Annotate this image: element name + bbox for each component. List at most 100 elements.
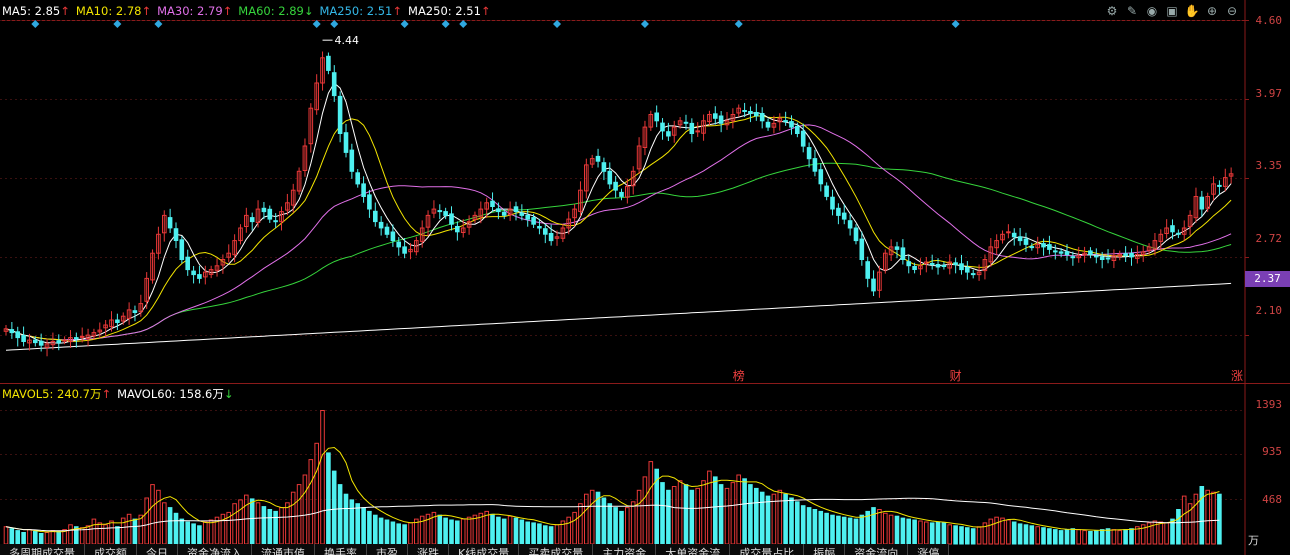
volume-bar	[85, 525, 91, 545]
volume-bar	[109, 520, 114, 545]
tab-3[interactable]: 资金净流入	[178, 544, 252, 555]
tab-7[interactable]: 涨跌	[408, 544, 449, 555]
tab-4[interactable]: 流通市值	[252, 544, 315, 555]
tab-8[interactable]: K线成交量	[449, 544, 520, 555]
candle-body	[531, 217, 536, 225]
tab-6[interactable]: 市盈	[367, 544, 408, 555]
current-price-badge: 2.37	[1245, 271, 1290, 287]
signal-diamond	[400, 20, 409, 28]
candle-body	[455, 226, 460, 233]
volume-bar	[584, 493, 589, 545]
volume-bar	[384, 519, 390, 545]
volume-bar	[1217, 493, 1222, 545]
volume-bar	[1088, 531, 1093, 545]
tab-11[interactable]: 大单资金流	[656, 544, 731, 555]
candle-body	[15, 331, 20, 339]
volume-bar	[44, 532, 50, 545]
volume-bar	[748, 484, 753, 545]
signal-diamond	[734, 20, 743, 28]
volume-bar	[959, 526, 964, 545]
volume-bar	[396, 523, 401, 545]
tab-5[interactable]: 换手率	[315, 544, 367, 555]
volume-bar	[765, 495, 771, 545]
volume-bar	[203, 521, 208, 545]
volume-bar	[1111, 529, 1117, 545]
volume-bar	[941, 522, 947, 545]
candle-body	[1170, 225, 1175, 233]
volume-bar	[320, 410, 325, 545]
volume-bar	[759, 491, 765, 545]
tab-9[interactable]: 买卖成交量	[519, 544, 594, 555]
volume-bar	[1105, 528, 1111, 545]
volume-bar	[883, 512, 888, 545]
signal-diamond	[154, 20, 163, 28]
volume-bar	[179, 518, 185, 545]
volume-bar	[935, 521, 941, 545]
tab-14[interactable]: 资金流向	[845, 544, 909, 555]
volume-bar	[408, 522, 413, 545]
candle-body	[912, 266, 917, 270]
candle-body	[906, 261, 912, 267]
ma5-line	[5, 82, 1232, 344]
volume-tick-1: 935	[1262, 445, 1282, 458]
candle-body	[789, 121, 794, 128]
volume-bar	[15, 530, 20, 545]
volume-bar	[337, 484, 343, 545]
legend_bottom-arrow: ↓	[223, 387, 234, 401]
volume-bar	[929, 522, 935, 545]
volume-tick-0: 1393	[1255, 398, 1283, 411]
candle-body	[935, 264, 941, 268]
volume-bar	[636, 489, 642, 545]
candle-body	[490, 200, 495, 207]
volume-bar	[589, 489, 595, 545]
tab-13[interactable]: 振幅	[804, 544, 846, 555]
volume-bar	[132, 518, 138, 545]
candle-body	[759, 113, 765, 122]
ma10-line	[5, 115, 1232, 342]
volume-bar	[970, 528, 976, 545]
tab-15[interactable]: 涨停	[908, 544, 950, 555]
volume-bar	[947, 524, 953, 545]
candle-body	[783, 120, 788, 123]
candle-body	[800, 130, 806, 147]
volume-bar	[27, 529, 32, 545]
volume-bar	[331, 470, 337, 545]
tab-2[interactable]: 今日	[137, 544, 178, 555]
volume-bar	[1199, 486, 1205, 545]
candle-body	[74, 337, 79, 340]
ma30-line	[5, 124, 1232, 341]
volume-bar	[630, 501, 636, 545]
volume-bar	[953, 525, 958, 545]
candle-body	[853, 227, 859, 242]
max-price-label: 4.44	[335, 34, 360, 47]
volume-bar	[9, 528, 15, 545]
event-marker: 榜	[733, 368, 745, 383]
candle-body	[894, 246, 900, 250]
mavol5-line	[5, 446, 1220, 533]
legend_bottom-item: MAVOL5: 240.7万	[2, 387, 102, 401]
volume-bar	[918, 520, 923, 545]
volume-bar	[666, 489, 671, 545]
volume-bar	[3, 526, 9, 545]
chart-canvas[interactable]: 4.44 榜 财 涨	[0, 0, 1290, 555]
volume-bar	[1000, 517, 1005, 545]
tab-10[interactable]: 主力资金	[593, 544, 657, 555]
candle-body	[343, 132, 349, 153]
volume-bar	[789, 497, 794, 545]
volume-bar	[853, 518, 859, 545]
volume-bar	[472, 514, 478, 545]
volume-bar	[91, 518, 97, 545]
volume-bar	[1006, 519, 1011, 545]
volume-bar	[21, 532, 26, 545]
tab-12[interactable]: 成交量占比	[730, 544, 805, 555]
candle-body	[847, 220, 853, 229]
volume-bar	[1205, 489, 1211, 545]
tab-1[interactable]: 成交额	[85, 544, 137, 555]
signal-diamond	[31, 20, 40, 28]
candle-body	[830, 196, 835, 210]
candle-body	[185, 256, 190, 271]
volume-bar	[126, 513, 132, 545]
volume-bar	[625, 507, 630, 545]
candle-body	[21, 334, 26, 342]
tab-0[interactable]: 多周期成交量	[0, 544, 85, 555]
